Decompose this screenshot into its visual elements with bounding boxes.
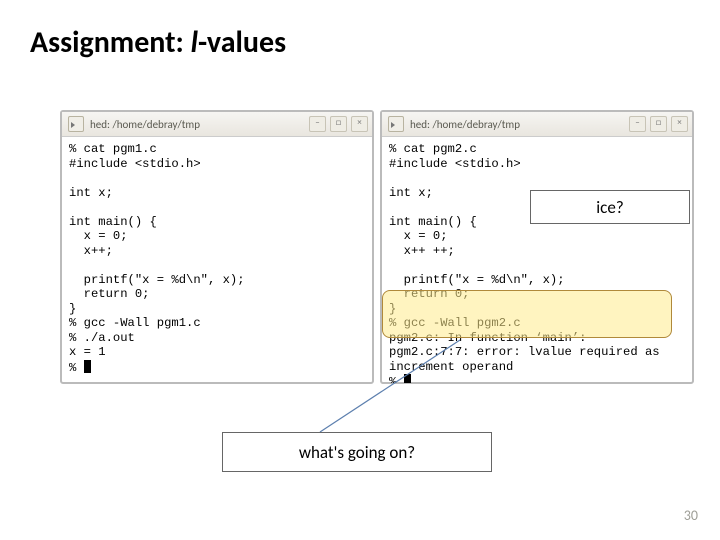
page-number: 30 bbox=[684, 507, 698, 524]
callout-bottom-label: what's going on? bbox=[299, 442, 415, 463]
slide-title: Assignment: l-values bbox=[30, 24, 286, 61]
terminal-body-right[interactable]: % cat pgm2.c #include <stdio.h> int x; i… bbox=[382, 137, 692, 383]
cursor-left bbox=[84, 360, 91, 373]
window-title-left: hed: /home/debray/tmp bbox=[90, 118, 200, 131]
terminal-titlebar-right[interactable]: hed: /home/debray/tmp – □ × bbox=[382, 112, 692, 137]
terminal-icon bbox=[68, 116, 84, 132]
cursor-right bbox=[404, 374, 411, 383]
terminal-titlebar-left[interactable]: hed: /home/debray/tmp – □ × bbox=[62, 112, 372, 137]
callout-whats-going-on: what's going on? bbox=[222, 432, 492, 472]
terminal-output-left: % cat pgm1.c #include <stdio.h> int x; i… bbox=[69, 142, 245, 375]
window-close-button[interactable]: × bbox=[671, 116, 688, 132]
window-minimize-button[interactable]: – bbox=[309, 116, 326, 132]
terminal-body-left[interactable]: % cat pgm1.c #include <stdio.h> int x; i… bbox=[62, 137, 372, 383]
terminal-icon bbox=[388, 116, 404, 132]
window-maximize-button[interactable]: □ bbox=[330, 116, 347, 132]
slide-root: Assignment: l-values hed: /home/debray/t… bbox=[0, 0, 720, 540]
terminal-output-right-error: % gcc -Wall pgm2.c pgm2.c: In function ‘… bbox=[389, 316, 660, 374]
terminal-output-right-post: % bbox=[389, 375, 404, 383]
window-buttons-left: – □ × bbox=[309, 116, 368, 132]
window-buttons-right: – □ × bbox=[629, 116, 688, 132]
callout-twice-label: ice? bbox=[596, 197, 623, 218]
callout-twice: ice? bbox=[530, 190, 690, 224]
terminal-window-right: hed: /home/debray/tmp – □ × % cat pgm2.c… bbox=[380, 110, 694, 384]
title-italic: l bbox=[191, 24, 198, 61]
title-prefix: Assignment: bbox=[30, 24, 191, 61]
window-title-right: hed: /home/debray/tmp bbox=[410, 118, 520, 131]
window-close-button[interactable]: × bbox=[351, 116, 368, 132]
window-maximize-button[interactable]: □ bbox=[650, 116, 667, 132]
terminal-output-right-pre: % cat pgm2.c #include <stdio.h> int x; i… bbox=[389, 142, 565, 316]
terminal-window-left: hed: /home/debray/tmp – □ × % cat pgm1.c… bbox=[60, 110, 374, 384]
window-minimize-button[interactable]: – bbox=[629, 116, 646, 132]
title-suffix: -values bbox=[198, 24, 286, 61]
